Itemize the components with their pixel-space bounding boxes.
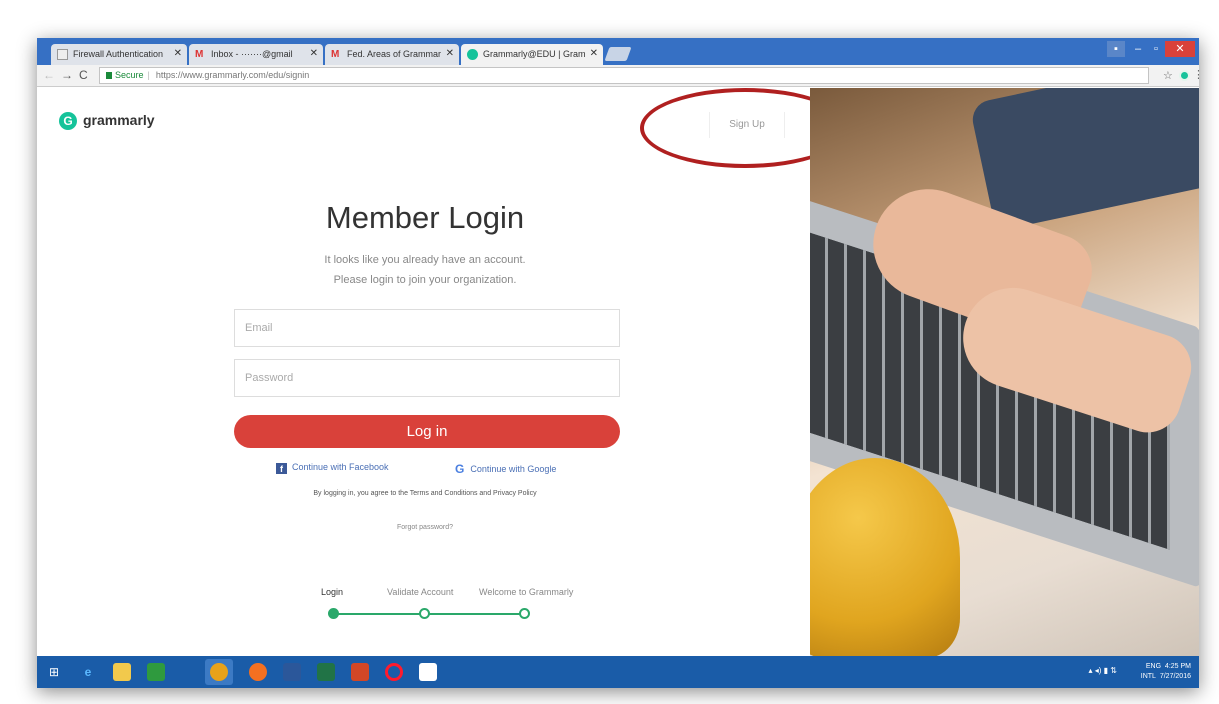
step-validate-label: Validate Account [387, 587, 454, 597]
google-label: Continue with Google [470, 464, 557, 474]
gmail-icon: M [331, 49, 340, 60]
language-indicator-2: INTL [1140, 673, 1156, 680]
chrome-icon [210, 663, 228, 681]
ie-icon[interactable]: e [79, 663, 97, 681]
url-text: https://www.grammarly.com/edu/signin [155, 70, 310, 80]
doc-icon [57, 49, 68, 60]
terms-text: By logging in, you agree to the Terms an… [313, 490, 537, 497]
step-login-label: Login [321, 587, 344, 597]
store-icon[interactable] [147, 663, 165, 681]
tab-gmail-grammar[interactable]: M Fed. Areas of Grammar ✕ [325, 44, 459, 65]
grammarly-extension-icon[interactable] [1179, 70, 1190, 81]
subtitle-line-2: Please login to join your organization. [333, 274, 517, 286]
browser-toolbar: ← → C Secure | https://www.grammarly.com/e… [37, 65, 1199, 87]
tab-grammarly[interactable]: Grammarly@EDU | Gram ✕ [461, 44, 603, 65]
progress-track [427, 613, 523, 615]
sign-up-button[interactable]: Sign Up [709, 112, 785, 138]
windows-start-icon[interactable]: ⊞ [45, 663, 63, 681]
tab-firewall[interactable]: Firewall Authentication ✕ [51, 44, 187, 65]
reload-icon[interactable]: C [79, 68, 88, 82]
facebook-label: Continue with Facebook [292, 462, 389, 472]
language-indicator: ENG [1145, 663, 1162, 670]
user-icon[interactable]: ▪ [1107, 41, 1125, 57]
progress-track [335, 613, 423, 615]
forgot-password-link[interactable]: Forgot password? [37, 524, 813, 531]
step-dot-welcome [519, 608, 530, 619]
step-welcome-label: Welcome to Grammarly [479, 587, 574, 597]
gmail-icon: M [195, 49, 204, 60]
google-icon: G [455, 462, 465, 476]
time: 4:25 PM [1164, 663, 1191, 670]
address-bar[interactable]: Secure | https://www.grammarly.com/edu/sig… [99, 67, 1149, 84]
lock-icon [106, 72, 112, 79]
file-explorer-icon[interactable] [113, 663, 131, 681]
close-icon[interactable]: ✕ [590, 48, 598, 59]
facebook-login-link[interactable]: f Continue with Facebook [276, 462, 389, 474]
google-login-link[interactable]: G Continue with Google [455, 462, 556, 476]
page-title: Member Login [325, 200, 525, 235]
page: G grammarly Sign Up Member Login It look… [37, 88, 1199, 656]
tab-label: Fed. Areas of Grammar [347, 49, 442, 59]
hero-photo [810, 88, 1199, 656]
tab-label: Inbox - ·······@gmail [211, 49, 293, 59]
login-panel: G grammarly Sign Up Member Login It look… [37, 88, 850, 656]
step-dot-login [328, 608, 339, 619]
tab-label: Firewall Authentication [73, 49, 164, 59]
tab-strip: Firewall Authentication ✕ M Inbox - ····… [37, 38, 1199, 65]
subtitle-line-1: It looks like you already have an accoun… [324, 254, 526, 266]
close-window-button[interactable]: ✕ [1165, 41, 1195, 57]
word-icon[interactable] [283, 663, 301, 681]
tab-gmail-inbox[interactable]: M Inbox - ·······@gmail ✕ [189, 44, 323, 65]
email-field[interactable]: Email [234, 309, 620, 347]
powerpoint-icon[interactable] [351, 663, 369, 681]
step-dot-validate [419, 608, 430, 619]
facebook-icon: f [276, 463, 287, 474]
bookmark-star-icon[interactable]: ☆ [1163, 69, 1173, 82]
forward-icon[interactable]: → [61, 68, 73, 82]
opera-icon[interactable] [385, 663, 403, 681]
clock[interactable]: ENG 4:25 PM INTL 7/27/2016 [1141, 662, 1191, 682]
close-icon[interactable]: ✕ [310, 48, 318, 59]
date: 7/27/2016 [1159, 673, 1191, 680]
system-tray-icons[interactable]: ▴ ◂) ▮ ⇅ [1089, 666, 1117, 675]
logo-text[interactable]: grammarly [83, 112, 155, 128]
grammarly-icon [467, 49, 478, 60]
windows-taskbar: ⊞ e ▴ ◂) ▮ ⇅ ENG 4:25 PM INTL 7/27/2016 [37, 656, 1199, 688]
back-icon[interactable]: ← [43, 68, 55, 82]
firefox-icon[interactable] [249, 663, 267, 681]
grammarly-logo-icon[interactable]: G [59, 112, 77, 130]
menu-icon[interactable]: ⋮ [1193, 68, 1199, 81]
tab-label: Grammarly@EDU | Gram [483, 49, 586, 59]
chrome-taskbar-slot[interactable] [205, 659, 233, 685]
notepad-icon[interactable] [419, 663, 437, 681]
maximize-button[interactable]: ▫ [1147, 41, 1165, 57]
close-icon[interactable]: ✕ [174, 48, 182, 59]
password-field[interactable]: Password [234, 359, 620, 397]
close-icon[interactable]: ✕ [446, 48, 454, 59]
new-tab-button[interactable] [604, 47, 632, 61]
login-button[interactable]: Log in [234, 415, 620, 448]
browser-window: Firewall Authentication ✕ M Inbox - ····… [37, 38, 1199, 688]
excel-icon[interactable] [317, 663, 335, 681]
secure-label: Secure [115, 70, 144, 80]
minimize-button[interactable]: – [1129, 41, 1147, 57]
